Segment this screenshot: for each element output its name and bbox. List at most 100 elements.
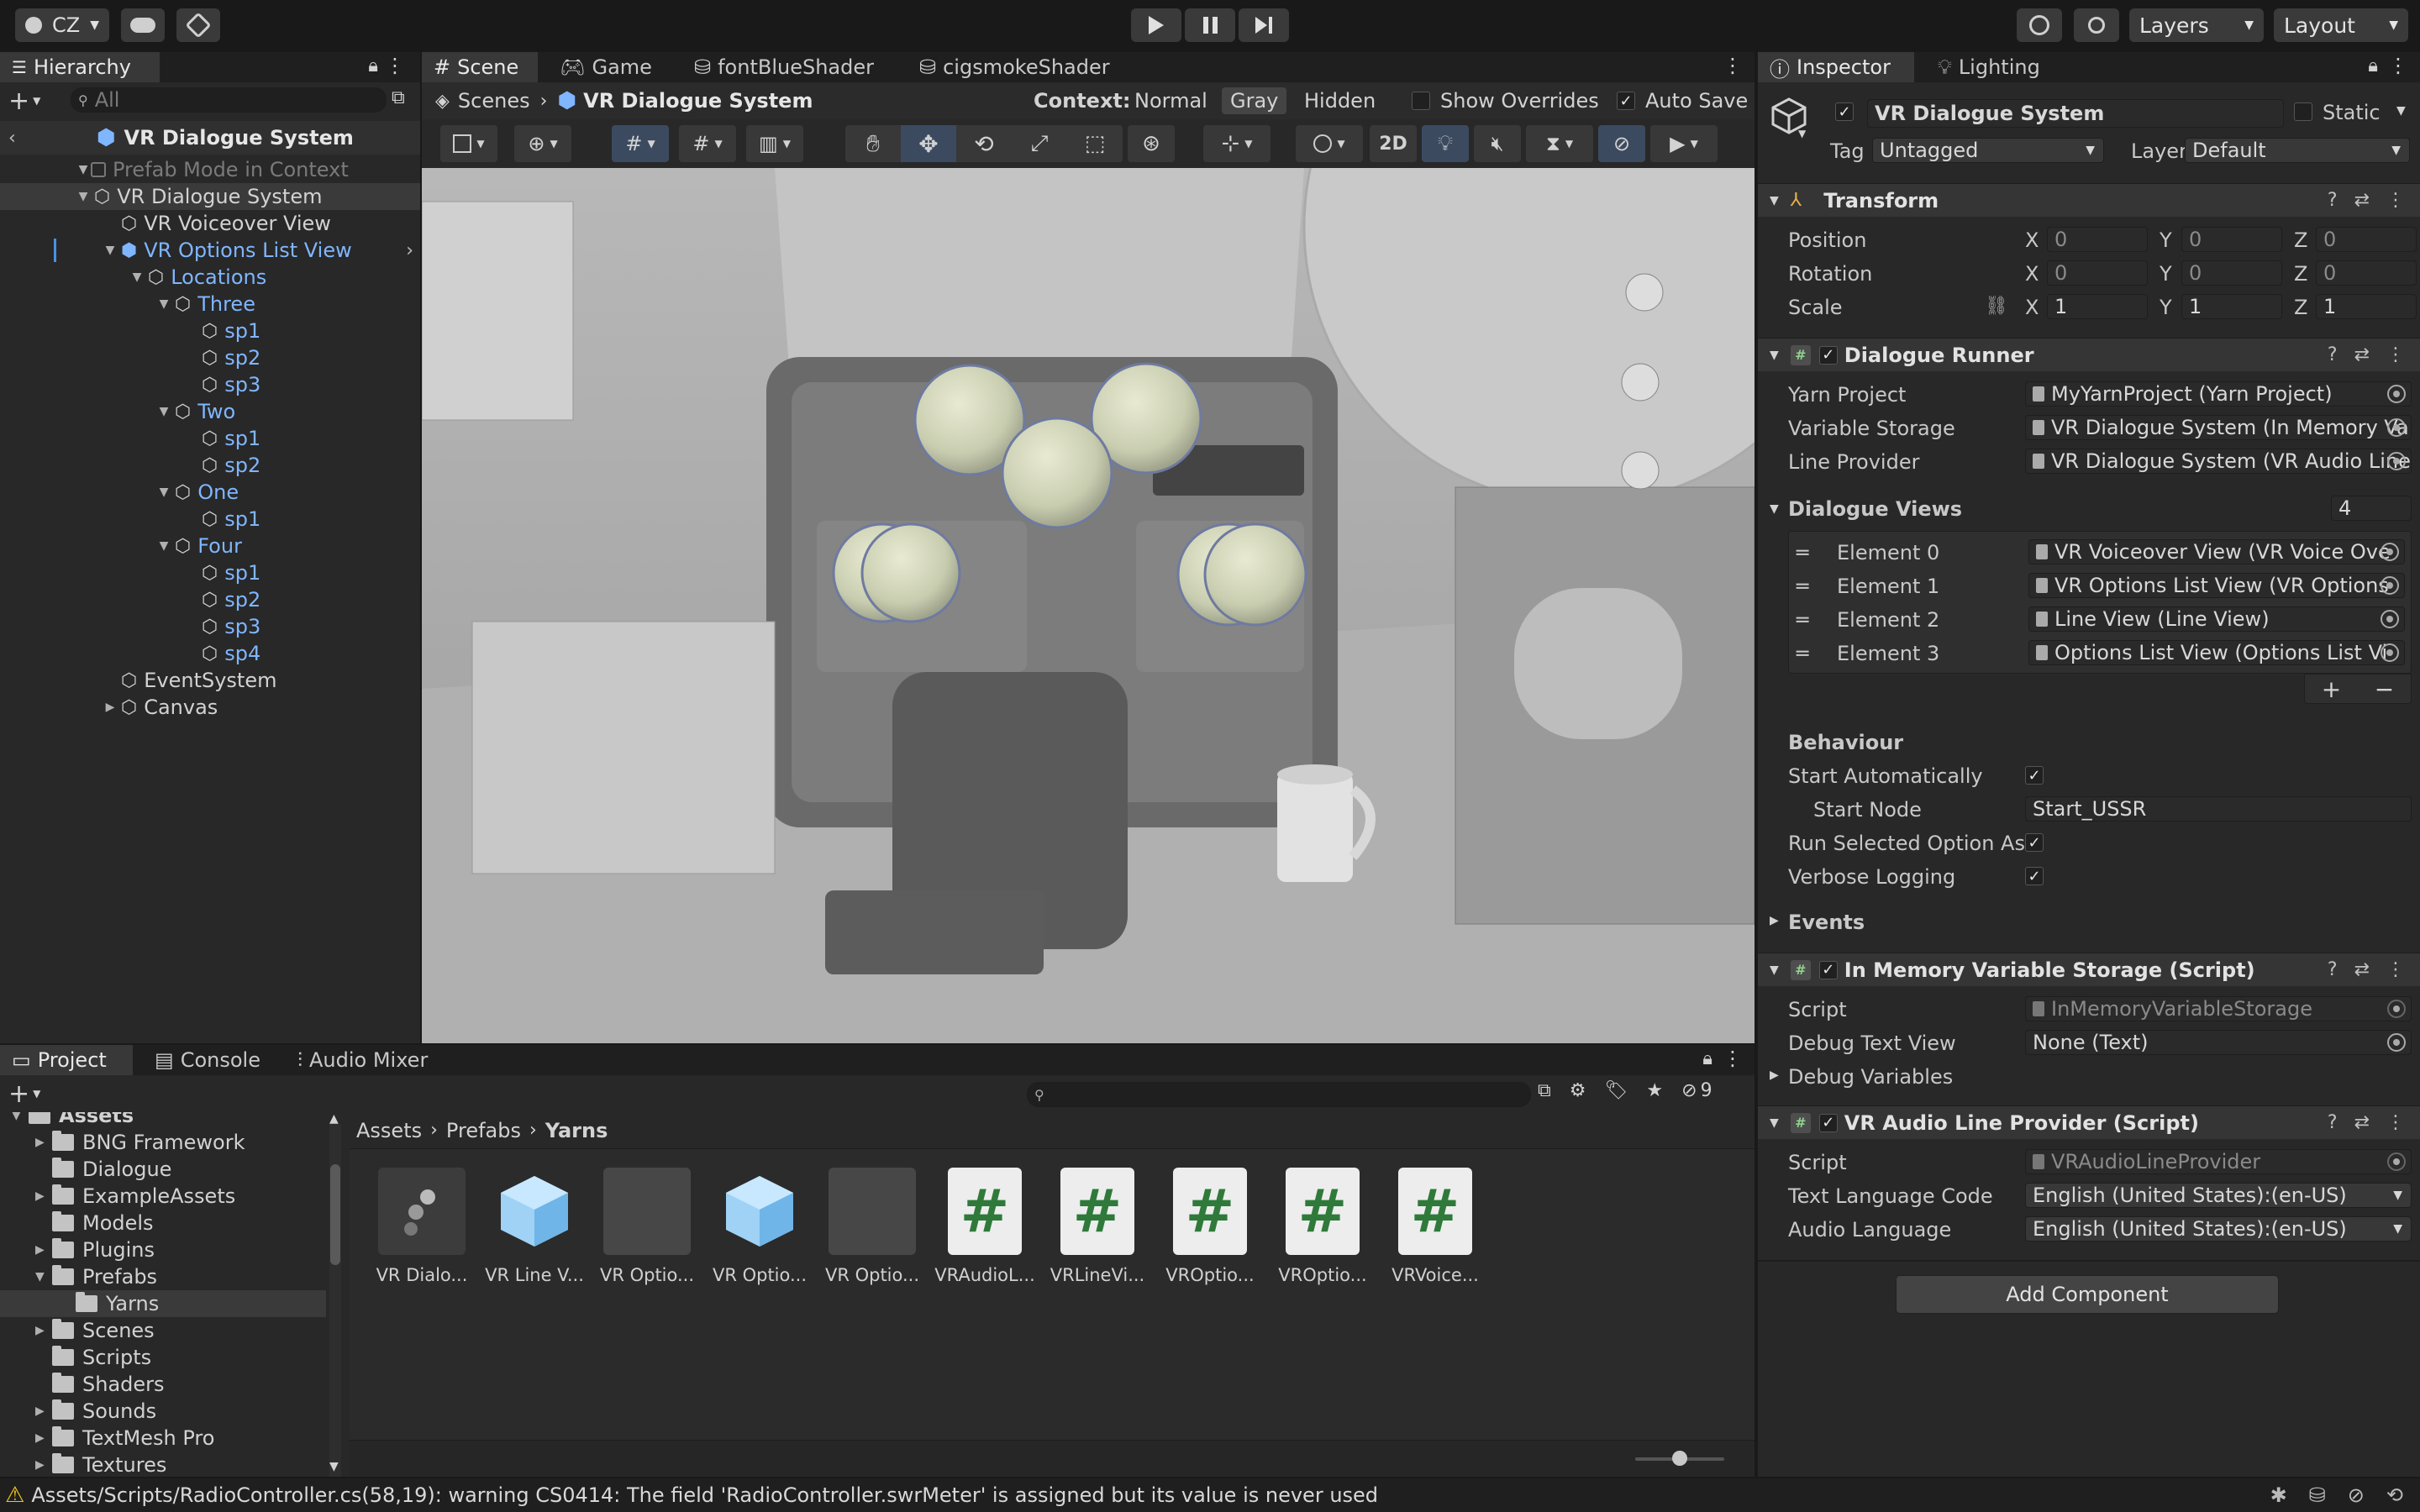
hierarchy-item[interactable]: ⬡ sp1 [0, 506, 420, 533]
rect-tool-icon[interactable]: ⬚ [1067, 131, 1123, 156]
rotation-y-input[interactable]: 0 [2181, 260, 2282, 286]
progress-off-icon[interactable]: ⊘ [2348, 1483, 2365, 1507]
cloud-button[interactable] [121, 8, 165, 42]
hierarchy-item[interactable]: ⬡ sp3 [0, 613, 420, 640]
object-picker-icon[interactable] [2381, 576, 2399, 595]
object-picker-icon[interactable] [2387, 385, 2406, 403]
asset-item[interactable]: # VRVoice... [1385, 1168, 1486, 1285]
hierarchy-item[interactable]: ▼ ⬡ Locations [0, 264, 420, 291]
active-checkbox[interactable]: ✓ [1835, 102, 1854, 121]
tab-scene[interactable]: # Scene [422, 52, 538, 82]
hierarchy-item[interactable]: ⬡ sp1 [0, 559, 420, 586]
hierarchy-search-input[interactable]: ⚲ All [71, 87, 387, 113]
effects-dropdown[interactable]: ⧗ ▼ [1526, 125, 1593, 162]
mode-2d-toggle[interactable]: 2D [1370, 125, 1417, 162]
lock-icon[interactable]: 🔒︎ [368, 55, 378, 76]
breadcrumb-current[interactable]: VR Dialogue System [583, 89, 813, 113]
draw-mode-dropdown[interactable]: ▼ [440, 125, 497, 162]
hierarchy-item[interactable]: ▼ ⬢ VR Options List View › [0, 237, 420, 264]
audio-lang-dropdown[interactable]: English (United States):(en-US) ▼ [2025, 1216, 2412, 1242]
scale-x-input[interactable]: 1 [2047, 294, 2148, 319]
add-component-button[interactable]: Add Component [1896, 1275, 2279, 1314]
hierarchy-item[interactable]: ▼ ⬡ VR Dialogue System [0, 183, 420, 210]
preset-icon[interactable]: ⇄ [2354, 190, 2370, 211]
audio-toggle[interactable]: 🔇︎ [1474, 125, 1521, 162]
tab-project[interactable]: ▭ Project [0, 1045, 133, 1075]
scale-z-input[interactable]: 1 [2316, 294, 2417, 319]
asset-item[interactable]: VR Line V... [484, 1168, 585, 1285]
scale-tool-icon[interactable]: ⤢ [1012, 131, 1067, 157]
axis-label[interactable]: Z [2294, 228, 2307, 252]
folder-item[interactable]: Shaders [0, 1371, 326, 1398]
axis-label[interactable]: X [2025, 262, 2039, 286]
verbose-checkbox[interactable]: ✓ [2025, 867, 2044, 885]
layer-dropdown[interactable]: Default ▼ [2185, 138, 2410, 163]
object-picker-icon[interactable] [2381, 543, 2399, 561]
tab-console[interactable]: ▤ Console [143, 1045, 272, 1075]
position-y-input[interactable]: 0 [2181, 227, 2282, 252]
preset-icon[interactable]: ⇄ [2354, 959, 2370, 980]
status-message[interactable]: Assets/Scripts/RadioController.cs(58,19)… [31, 1483, 1378, 1507]
back-arrow-icon[interactable]: ‹ [8, 128, 16, 149]
axis-label[interactable]: Y [2160, 296, 2172, 319]
object-picker-icon[interactable] [2381, 643, 2399, 662]
layers-dropdown[interactable]: Layers ▼ [2129, 8, 2264, 42]
more-menu-icon[interactable]: ⋮ [2386, 959, 2405, 980]
folder-item[interactable]: ▶ Plugins [0, 1236, 326, 1263]
tab-audio-mixer[interactable]: ⫶ Audio Mixer [286, 1045, 439, 1075]
scale-y-input[interactable]: 1 [2181, 294, 2282, 319]
breadcrumb-scenes[interactable]: Scenes [458, 89, 530, 113]
add-element-button[interactable]: + [2322, 675, 2341, 703]
expand-down-icon[interactable]: ▼ [103, 244, 118, 257]
lock-icon[interactable]: 🔒︎ [1702, 1048, 1712, 1069]
help-icon[interactable]: ? [2328, 190, 2338, 211]
dialogue-runner-header[interactable]: ▼ # ✓ Dialogue Runner ? ⇄ ⋮ [1758, 338, 2420, 371]
asset-item[interactable]: # VROptio... [1272, 1168, 1373, 1285]
tab-cigsmoke-shader[interactable]: ⛁ cigsmokeShader [908, 52, 1122, 82]
slider-thumb[interactable] [1672, 1451, 1687, 1466]
transform-gizmo-tool[interactable]: ⊛ [1128, 125, 1175, 162]
text-lang-dropdown[interactable]: English (United States):(en-US) ▼ [2025, 1183, 2412, 1208]
filter-type-icon[interactable]: ⚙︎ [1570, 1080, 1586, 1101]
show-overrides-checkbox[interactable] [1412, 92, 1430, 110]
scene-picker-icon[interactable]: ⧉ [392, 87, 405, 108]
scene-viewport[interactable] [422, 168, 1754, 1043]
element-object-field[interactable]: VR Options List View (VR Options [2028, 573, 2405, 598]
expand-down-icon[interactable]: ▼ [35, 1270, 52, 1284]
breadcrumb-yarns[interactable]: Yarns [545, 1119, 608, 1142]
position-x-input[interactable]: 0 [2047, 227, 2148, 252]
help-icon[interactable]: ? [2328, 344, 2338, 365]
asset-item[interactable]: # VRLineVi... [1047, 1168, 1148, 1285]
expand-down-icon[interactable]: ▼ [76, 190, 91, 203]
expand-right-icon[interactable]: ▶ [35, 1243, 52, 1257]
object-picker-icon[interactable] [2387, 418, 2406, 437]
hierarchy-item[interactable]: ▶ ⬡ Canvas [0, 694, 420, 721]
expand-right-icon[interactable]: ▶ [1770, 1068, 1779, 1082]
hierarchy-item[interactable]: ▼ ⬡ Two [0, 398, 420, 425]
rotate-tool-icon[interactable]: ⟲ [956, 130, 1012, 158]
object-name-input[interactable]: VR Dialogue System [1867, 99, 2284, 128]
context-hidden[interactable]: Hidden [1304, 89, 1376, 113]
hierarchy-item[interactable]: ⬡ sp2 [0, 586, 420, 613]
preset-icon[interactable]: ⇄ [2354, 344, 2370, 365]
constrain-proportions-icon[interactable]: ⛓ [1985, 296, 2008, 317]
expand-right-icon[interactable]: ▶ [35, 1189, 52, 1203]
static-checkbox[interactable] [2294, 102, 2312, 121]
asset-item[interactable]: VR Dialo... [371, 1168, 472, 1285]
expand-down-icon[interactable]: ▼ [129, 270, 145, 284]
breadcrumb-prefabs[interactable]: Prefabs [446, 1119, 521, 1142]
drag-handle-icon[interactable]: ═ [1797, 608, 1808, 632]
scroll-up-icon[interactable]: ▲ [329, 1112, 339, 1126]
breadcrumb-assets[interactable]: Assets [356, 1119, 422, 1142]
asset-item[interactable]: # VROptio... [1160, 1168, 1260, 1285]
tab-hierarchy[interactable]: ☰ Hierarchy [0, 52, 160, 82]
tab-game[interactable]: 🎮︎ Game [548, 52, 664, 82]
axis-label[interactable]: Y [2160, 228, 2172, 252]
lock-icon[interactable]: 🔒︎ [2368, 55, 2378, 76]
chevron-down-icon[interactable]: ▼ [1798, 128, 1806, 139]
folder-item[interactable]: Yarns [0, 1290, 326, 1317]
line-provider-field[interactable]: VR Dialogue System (VR Audio Line [2025, 449, 2412, 474]
expand-right-icon[interactable]: ▶ [103, 701, 118, 714]
drag-handle-icon[interactable]: ═ [1797, 575, 1808, 598]
folder-item[interactable]: ▶ BNG Framework [0, 1129, 326, 1156]
